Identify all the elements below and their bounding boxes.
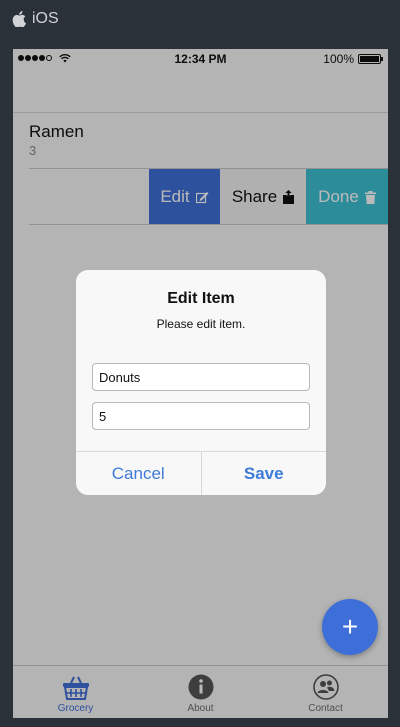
dialog-title: Edit Item <box>167 290 235 307</box>
edit-item-dialog: Edit Item Please edit item. Cancel Save <box>76 270 326 495</box>
cancel-button[interactable]: Cancel <box>76 452 201 495</box>
dialog-message: Please edit item. <box>156 317 246 331</box>
device-screen: 12:34 PM 100% Ramen 3 Edit Share Done Gr… <box>13 49 388 718</box>
save-button[interactable]: Save <box>200 452 327 495</box>
item-name-input[interactable] <box>92 363 310 391</box>
apple-icon <box>12 11 26 27</box>
plus-icon: + <box>341 611 359 642</box>
platform-name: iOS <box>32 10 59 27</box>
item-quantity-input[interactable] <box>92 402 310 430</box>
dialog-actions: Cancel Save <box>76 451 326 495</box>
platform-label: iOS <box>12 9 59 29</box>
add-item-button[interactable]: + <box>322 599 378 655</box>
